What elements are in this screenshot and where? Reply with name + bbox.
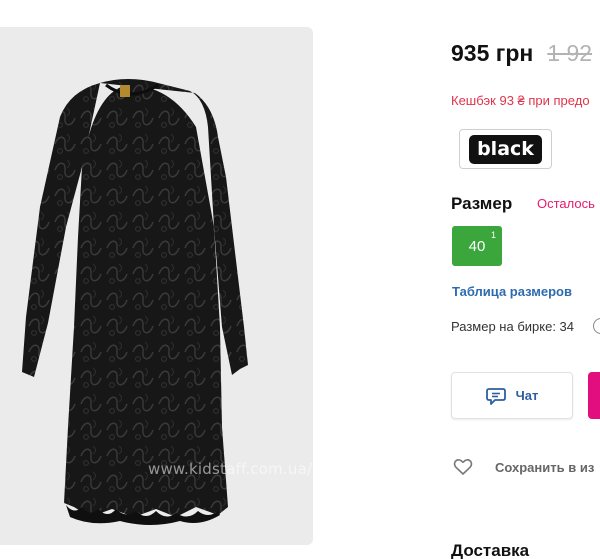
color-swatch-black[interactable]: black [459, 129, 552, 169]
heart-icon [453, 459, 473, 475]
chat-icon [485, 387, 506, 405]
size-label: 40 [468, 237, 486, 255]
save-to-favorites[interactable]: Сохранить в из [453, 458, 594, 476]
size-table-link[interactable]: Таблица размеров [452, 284, 572, 299]
size-count: 1 [490, 230, 496, 240]
chat-button[interactable]: Чат [451, 372, 573, 419]
current-price: 935 грн [451, 40, 534, 66]
size-heading: Размер [451, 194, 513, 213]
chat-label: Чат [515, 388, 539, 403]
tag-size: Размер на бирке: 34 [451, 319, 574, 334]
color-label: black [469, 134, 542, 164]
stock-note: Осталось [537, 196, 595, 211]
buy-button[interactable] [588, 372, 600, 419]
price-row: 935 грн 1 92 [451, 40, 592, 67]
product-photo[interactable]: www.kidstaff.com.ua/user-850463.html [0, 27, 313, 545]
info-icon[interactable] [593, 318, 600, 334]
save-label: Сохранить в из [495, 459, 595, 475]
cashback-note: Кешбэк 93 ₴ при предо [451, 93, 590, 108]
old-price: 1 92 [547, 40, 593, 66]
delivery-heading: Доставка [451, 541, 530, 559]
watermark: www.kidstaff.com.ua/user-850463.html [148, 460, 313, 478]
size-option-40[interactable]: 40 1 [452, 226, 502, 266]
